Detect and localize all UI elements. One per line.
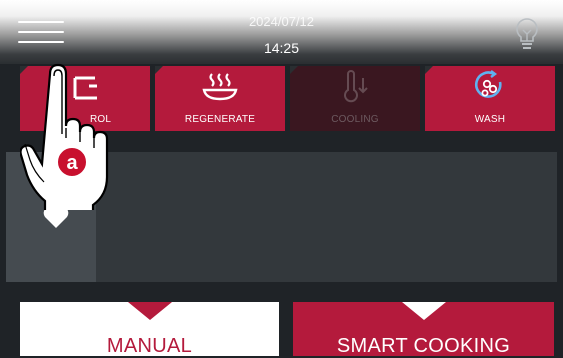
tab-cooling-label: COOLING	[331, 114, 379, 125]
smart-cooking-label: SMART COOKING	[336, 335, 511, 357]
badge-letter: a	[66, 152, 78, 174]
manual-label: MANUAL	[106, 335, 193, 357]
tab-regenerate[interactable]: REGENERATE	[155, 66, 285, 131]
top-bar: 2024/07/12 14:25	[0, 0, 563, 64]
tab-wash-label: WASH	[474, 114, 506, 125]
date-display: 2024/07/12	[248, 14, 315, 29]
tab-cooling[interactable]: COOLING	[290, 66, 420, 131]
lightbulb-icon[interactable]	[512, 16, 542, 54]
manual-card[interactable]: MANUAL	[20, 302, 279, 357]
thermometer-down-icon	[290, 70, 420, 106]
steam-plate-icon	[155, 70, 285, 106]
tab-wash[interactable]: WASH	[425, 66, 555, 131]
time-display: 14:25	[263, 40, 300, 56]
wash-drops-icon	[425, 70, 555, 106]
card-notch	[401, 302, 446, 320]
card-notch	[127, 302, 172, 320]
pointing-hand-icon: a	[20, 63, 109, 210]
tab-regenerate-label: REGENERATE	[184, 114, 256, 125]
smart-cooking-card[interactable]: SMART COOKING	[293, 302, 554, 357]
